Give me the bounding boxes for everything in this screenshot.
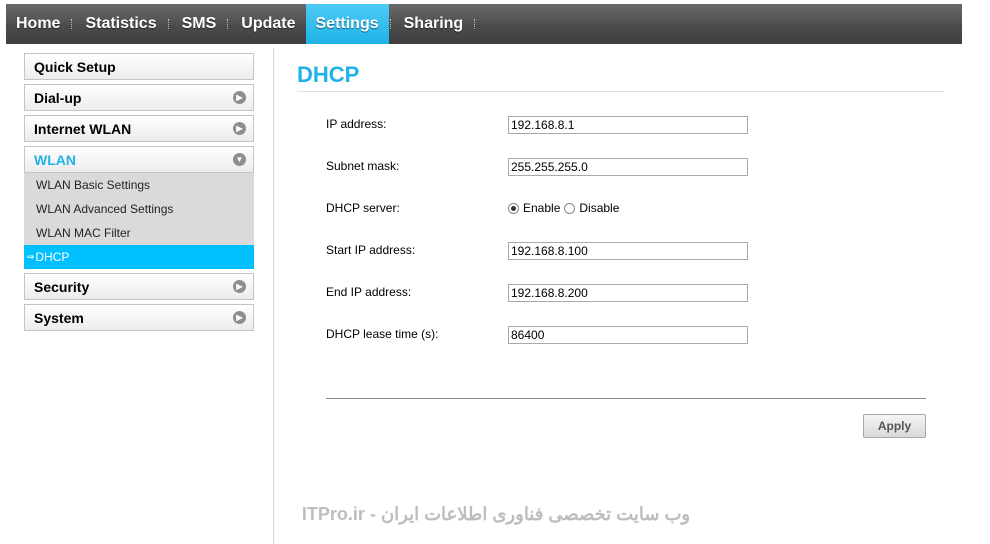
end-ip-input[interactable] [508, 284, 748, 302]
nav-home[interactable]: Home [6, 4, 70, 44]
submenu-item-label: DHCP [35, 250, 70, 264]
chevron-right-circle-icon: ▶ [233, 122, 246, 135]
watermark-text: ITPro.ir - وب سایت تخصصی فناوری اطلاعات … [301, 504, 691, 524]
end-ip-label: End IP address: [326, 285, 412, 299]
start-ip-input[interactable] [508, 242, 748, 260]
lease-time-input[interactable] [508, 326, 748, 344]
nav-settings[interactable]: Settings [305, 4, 389, 44]
top-nav: Home Statistics SMS Update Settings Shar… [6, 4, 962, 44]
disable-radio[interactable] [564, 202, 576, 214]
enable-radio-label[interactable]: Enable [523, 201, 560, 215]
sidebar-item-internet-wlan[interactable]: Internet WLAN ▶ [24, 115, 254, 142]
chevron-right-circle-icon: ▶ [233, 91, 246, 104]
lease-time-label: DHCP lease time (s): [326, 327, 439, 341]
subnet-mask-input[interactable] [508, 158, 748, 176]
nav-separator [227, 19, 230, 29]
sidebar: Quick Setup Dial-up ▶ Internet WLAN ▶ WL… [24, 53, 254, 335]
dhcp-server-label: DHCP server: [326, 201, 400, 215]
sidebar-item-label: Security [34, 278, 90, 295]
dhcp-server-radio-group: Enable Disable [508, 201, 623, 215]
sidebar-item-label: Dial-up [34, 89, 82, 106]
nav-separator [71, 19, 74, 29]
sidebar-item-quick-setup[interactable]: Quick Setup [24, 53, 254, 80]
nav-update[interactable]: Update [231, 4, 305, 44]
nav-separator [389, 19, 393, 29]
submenu-item-wlan-basic[interactable]: WLAN Basic Settings [24, 173, 254, 197]
sidebar-item-label: WLAN [34, 151, 76, 168]
chevron-right-circle-icon: ▶ [233, 280, 246, 293]
submenu-item-dhcp[interactable]: ⇒ DHCP [24, 245, 254, 269]
sidebar-item-label: Quick Setup [34, 58, 116, 75]
enable-radio[interactable] [508, 202, 519, 214]
form-row-end-ip: End IP address: [326, 281, 926, 323]
nav-separator [167, 19, 171, 29]
radio-selected-dot [511, 205, 516, 211]
form-divider [326, 398, 926, 399]
submenu-item-label: WLAN Advanced Settings [36, 202, 174, 216]
sidebar-item-label: System [34, 309, 84, 326]
nav-sms[interactable]: SMS [172, 4, 227, 44]
ip-address-label: IP address: [326, 117, 387, 131]
sidebar-item-system[interactable]: System ▶ [24, 304, 254, 331]
sidebar-item-wlan[interactable]: WLAN ▼ [24, 146, 254, 173]
apply-button[interactable]: Apply [863, 414, 926, 438]
form-row-start-ip: Start IP address: [326, 239, 926, 281]
form-row-lease-time: DHCP lease time (s): [326, 323, 926, 365]
form-row-mask: Subnet mask: [326, 155, 926, 197]
submenu-item-label: WLAN MAC Filter [36, 226, 131, 240]
start-ip-label: Start IP address: [326, 243, 416, 257]
nav-sharing[interactable]: Sharing [394, 4, 474, 44]
subnet-mask-label: Subnet mask: [326, 159, 400, 173]
arrow-right-icon: ⇒ [26, 251, 35, 263]
page-title: DHCP [297, 62, 360, 87]
chevron-down-circle-icon: ▼ [233, 153, 246, 166]
submenu-item-wlan-mac-filter[interactable]: WLAN MAC Filter [24, 221, 254, 245]
nav-statistics[interactable]: Statistics [75, 4, 166, 44]
ip-address-input[interactable] [508, 116, 748, 134]
disable-radio-label[interactable]: Disable [579, 201, 619, 215]
title-divider [297, 91, 944, 92]
chevron-right-circle-icon: ▶ [233, 311, 246, 324]
sidebar-item-label: Internet WLAN [34, 120, 132, 137]
submenu-item-wlan-advanced[interactable]: WLAN Advanced Settings [24, 197, 254, 221]
form-row-ip: IP address: [326, 113, 926, 155]
dhcp-form: IP address: Subnet mask: DHCP server: En… [326, 113, 926, 365]
nav-separator [474, 19, 477, 29]
vertical-divider [273, 48, 274, 544]
wlan-submenu: WLAN Basic Settings WLAN Advanced Settin… [24, 173, 254, 269]
form-row-dhcp-server: DHCP server: Enable Disable [326, 197, 926, 239]
sidebar-item-security[interactable]: Security ▶ [24, 273, 254, 300]
sidebar-item-dialup[interactable]: Dial-up ▶ [24, 84, 254, 111]
submenu-item-label: WLAN Basic Settings [36, 178, 151, 192]
